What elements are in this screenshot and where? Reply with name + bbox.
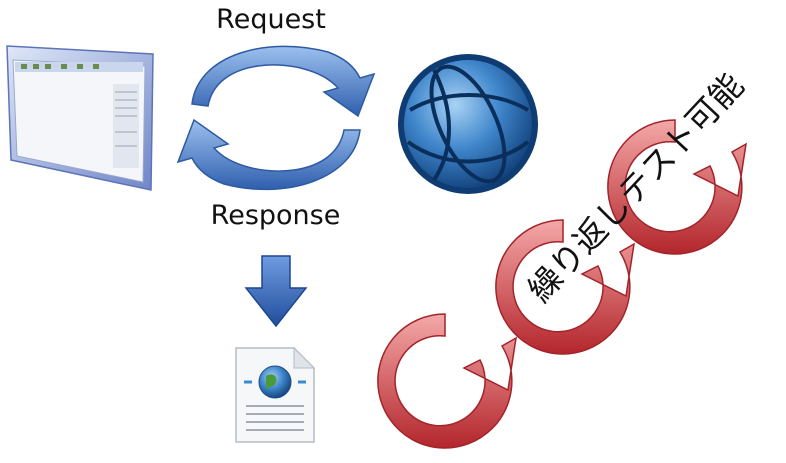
down-arrow-icon	[244, 255, 308, 328]
browser-window-icon	[6, 45, 154, 191]
request-label: Request	[216, 4, 326, 35]
web-document-icon	[235, 346, 316, 443]
repeat-arrow-icon	[377, 313, 517, 449]
globe-icon	[398, 54, 538, 194]
response-label: Response	[210, 200, 341, 231]
cycle-arrows-icon	[176, 45, 376, 191]
